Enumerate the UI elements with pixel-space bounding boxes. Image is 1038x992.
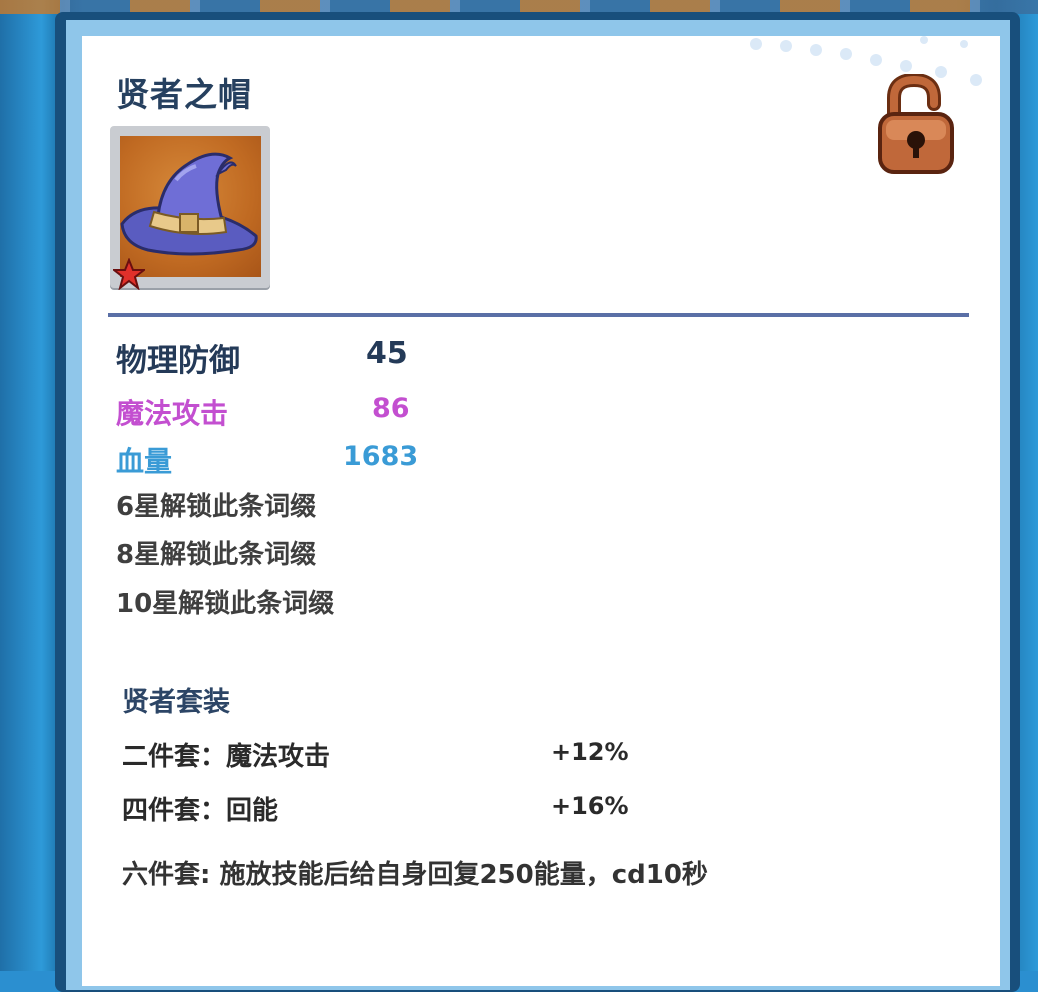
locked-affix-10-star: 10星解锁此条词缀 <box>116 589 335 619</box>
unlocked-padlock-icon[interactable] <box>876 74 958 178</box>
stat-physical-defense-value: 45 <box>366 336 408 371</box>
set-four-piece-bonus: +16% <box>551 792 629 820</box>
set-title: 贤者套装 <box>122 687 230 718</box>
set-four-piece-label: 四件套：回能 <box>122 796 279 826</box>
stat-magic-attack-label: 魔法攻击 <box>116 397 229 430</box>
stat-magic-attack-value: 86 <box>372 393 410 424</box>
decorative-dots <box>740 36 1000 106</box>
set-two-piece-bonus: +12% <box>551 738 629 766</box>
stat-hp-label: 血量 <box>116 445 173 478</box>
star-rating-icon <box>113 258 145 290</box>
set-six-piece-effect: 六件套: 施放技能后给自身回复250能量，cd10秒 <box>122 860 708 890</box>
stat-physical-defense-label: 物理防御 <box>116 343 240 379</box>
set-two-piece-label: 二件套：魔法攻击 <box>122 742 331 772</box>
section-divider <box>108 313 969 317</box>
wizard-hat-icon <box>120 152 258 256</box>
item-name: 贤者之帽 <box>116 75 252 114</box>
stat-hp-value: 1683 <box>343 441 419 472</box>
glow-effect <box>610 390 750 530</box>
locked-affix-8-star: 8星解锁此条词缀 <box>116 540 317 570</box>
locked-affix-6-star: 6星解锁此条词缀 <box>116 492 317 522</box>
